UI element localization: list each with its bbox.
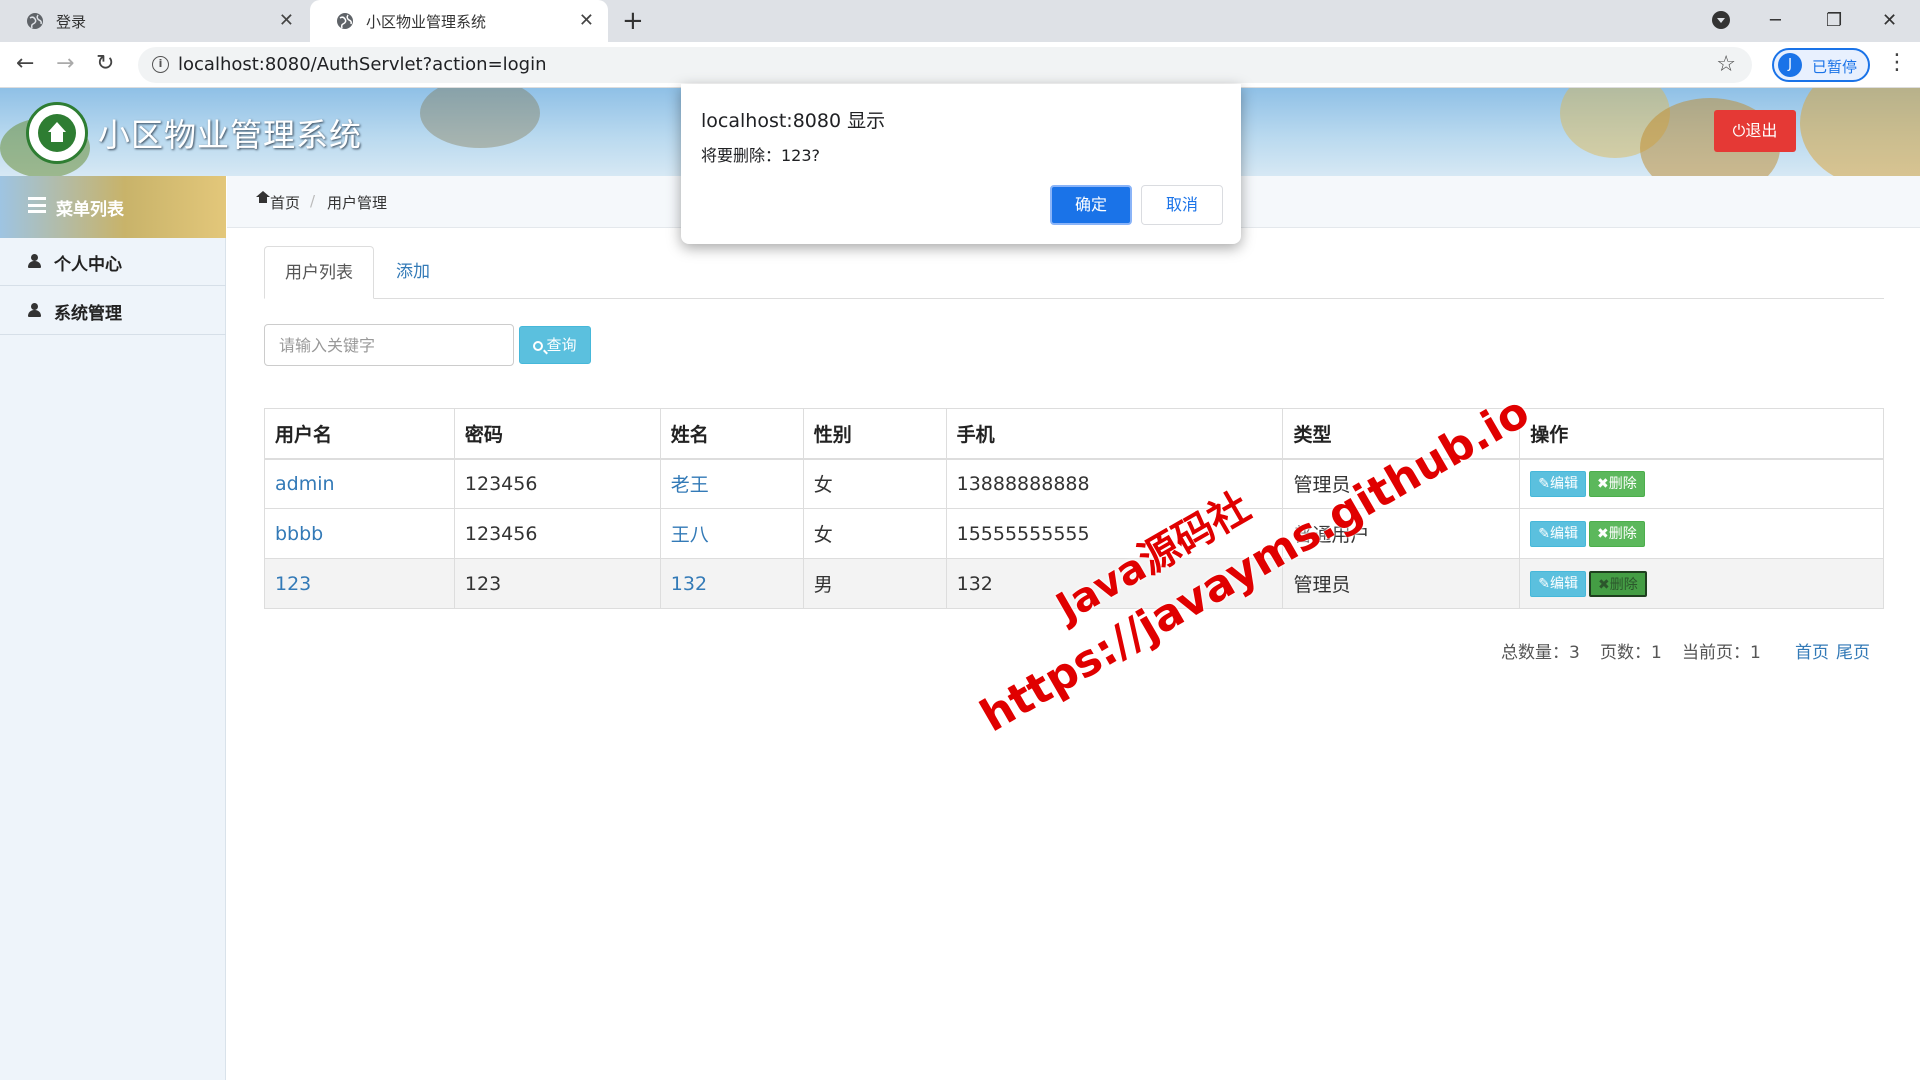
dialog-cancel-button[interactable]: 取消 <box>1141 185 1223 225</box>
address-bar[interactable]: i localhost:8080/AuthServlet?action=logi… <box>138 47 1752 83</box>
info-icon[interactable]: i <box>152 56 169 73</box>
bookmark-star-icon[interactable]: ☆ <box>1716 52 1736 77</box>
table-row: bbbb 123456 王八 女 15555555555 普通用户 ✎编辑 ✖删除 <box>264 508 1884 559</box>
password-cell: 123456 <box>453 458 661 509</box>
dialog-title: localhost:8080 显示 <box>701 110 886 132</box>
edit-button[interactable]: ✎编辑 <box>1530 570 1586 597</box>
sidebar-menu-header: 菜单列表 <box>0 176 226 238</box>
restore-icon[interactable]: ❐ <box>1826 6 1842 36</box>
search-button-label: 查询 <box>546 336 577 354</box>
sidebar-item-label: 个人中心 <box>54 255 122 275</box>
forward-arrow-icon[interactable]: → <box>56 51 74 77</box>
globe-icon <box>27 13 43 29</box>
actions-cell: ✎编辑 ✖删除 <box>1519 508 1884 559</box>
column-header: 手机 <box>945 408 1284 460</box>
sidebar-menu-title: 菜单列表 <box>56 200 124 220</box>
avatar: J <box>1778 53 1802 77</box>
delete-button[interactable]: ✖删除 <box>1588 520 1645 547</box>
sidebar-item-profile[interactable]: 个人中心 <box>0 238 226 286</box>
edit-button[interactable]: ✎编辑 <box>1530 520 1586 547</box>
breadcrumb-current: 用户管理 <box>327 194 388 212</box>
column-header: 姓名 <box>659 408 804 460</box>
search-icon <box>533 341 544 351</box>
window-close-icon[interactable]: ✕ <box>1882 6 1897 36</box>
dialog-message: 将要删除：123? <box>701 146 821 165</box>
edit-button[interactable]: ✎编辑 <box>1530 470 1586 497</box>
header-foliage <box>420 88 540 148</box>
header-foliage <box>1800 88 1920 176</box>
pager-last-link[interactable]: 尾页 <box>1836 638 1870 663</box>
minimize-icon[interactable]: ─ <box>1770 6 1781 36</box>
column-header: 用户名 <box>264 408 455 460</box>
gender-cell: 女 <box>802 508 947 559</box>
sidebar: 菜单列表 个人中心 系统管理 <box>0 176 226 1080</box>
gender-cell: 男 <box>802 558 947 609</box>
home-icon <box>256 191 270 207</box>
url-text[interactable]: localhost:8080/AuthServlet?action=login <box>178 54 547 75</box>
content-tabs: 用户列表 添加 <box>264 246 1884 299</box>
type-cell: 管理员 <box>1282 558 1521 609</box>
column-header: 密码 <box>453 408 661 460</box>
close-icon[interactable]: ✕ <box>279 11 294 31</box>
reload-icon[interactable]: ↻ <box>96 51 114 77</box>
name-link[interactable]: 老王 <box>671 474 709 496</box>
browser-menu-icon[interactable]: ⋮ <box>1886 50 1908 76</box>
list-icon <box>28 197 46 213</box>
browser-tab-login[interactable]: 登录 ✕ <box>0 0 308 42</box>
breadcrumb-home-link[interactable]: 首页 <box>270 192 300 213</box>
pager-total: 总数量：3 <box>1501 643 1580 663</box>
pager-pages: 页数：1 <box>1600 643 1662 663</box>
username-link[interactable]: 123 <box>275 573 311 595</box>
logout-button[interactable]: ⏻退出 <box>1714 110 1796 152</box>
sidebar-item-label: 系统管理 <box>54 304 122 324</box>
app-title: 小区物业管理系统 <box>98 116 363 154</box>
pager-current: 当前页：1 <box>1682 643 1761 663</box>
search-button[interactable]: 查询 <box>519 326 591 364</box>
confirm-dialog: localhost:8080 显示 将要删除：123? 确定 取消 <box>681 84 1241 244</box>
table-row: admin 123456 老王 女 13888888888 管理员 ✎编辑 ✖删除 <box>264 458 1884 509</box>
gender-cell: 女 <box>802 458 947 509</box>
profile-button[interactable]: J 已暂停 <box>1772 48 1870 82</box>
back-arrow-icon[interactable]: ← <box>16 51 34 77</box>
actions-cell: ✎编辑 ✖删除 <box>1519 458 1884 509</box>
user-icon <box>28 303 41 317</box>
browser-toolbar: ← → ↻ i localhost:8080/AuthServlet?actio… <box>0 42 1920 88</box>
column-header: 操作 <box>1519 408 1884 460</box>
tab-search-icon[interactable] <box>1712 11 1730 29</box>
profile-status: 已暂停 <box>1812 58 1858 76</box>
browser-tab-app[interactable]: 小区物业管理系统 ✕ <box>310 0 608 42</box>
tab-user-list[interactable]: 用户列表 <box>264 246 374 299</box>
search-input[interactable] <box>264 324 514 366</box>
close-icon[interactable]: ✕ <box>579 11 594 31</box>
browser-tab-bar: 登录 ✕ 小区物业管理系统 ✕ + ─ ❐ ✕ <box>0 0 1920 42</box>
new-tab-icon[interactable]: + <box>622 6 644 36</box>
column-header: 性别 <box>802 408 947 460</box>
password-cell: 123456 <box>453 508 661 559</box>
actions-cell: ✎编辑 ✖删除 <box>1519 558 1884 609</box>
name-link[interactable]: 王八 <box>671 524 709 546</box>
user-icon <box>28 254 41 268</box>
tab-add[interactable]: 添加 <box>376 246 450 299</box>
globe-icon <box>337 13 353 29</box>
name-link[interactable]: 132 <box>671 573 707 595</box>
sidebar-item-system[interactable]: 系统管理 <box>0 287 226 335</box>
username-link[interactable]: admin <box>275 473 335 495</box>
username-link[interactable]: bbbb <box>275 523 323 545</box>
table-header-row: 用户名 密码 姓名 性别 手机 类型 操作 <box>264 408 1884 460</box>
pager-first-link[interactable]: 首页 <box>1795 638 1829 663</box>
browser-tab-title: 登录 <box>56 12 87 31</box>
delete-button[interactable]: ✖删除 <box>1588 570 1647 597</box>
breadcrumb-separator: / <box>310 192 316 210</box>
dialog-ok-button[interactable]: 确定 <box>1050 185 1132 225</box>
delete-button[interactable]: ✖删除 <box>1588 470 1645 497</box>
browser-tab-title: 小区物业管理系统 <box>366 12 487 31</box>
logo <box>26 102 88 164</box>
password-cell: 123 <box>453 558 661 609</box>
